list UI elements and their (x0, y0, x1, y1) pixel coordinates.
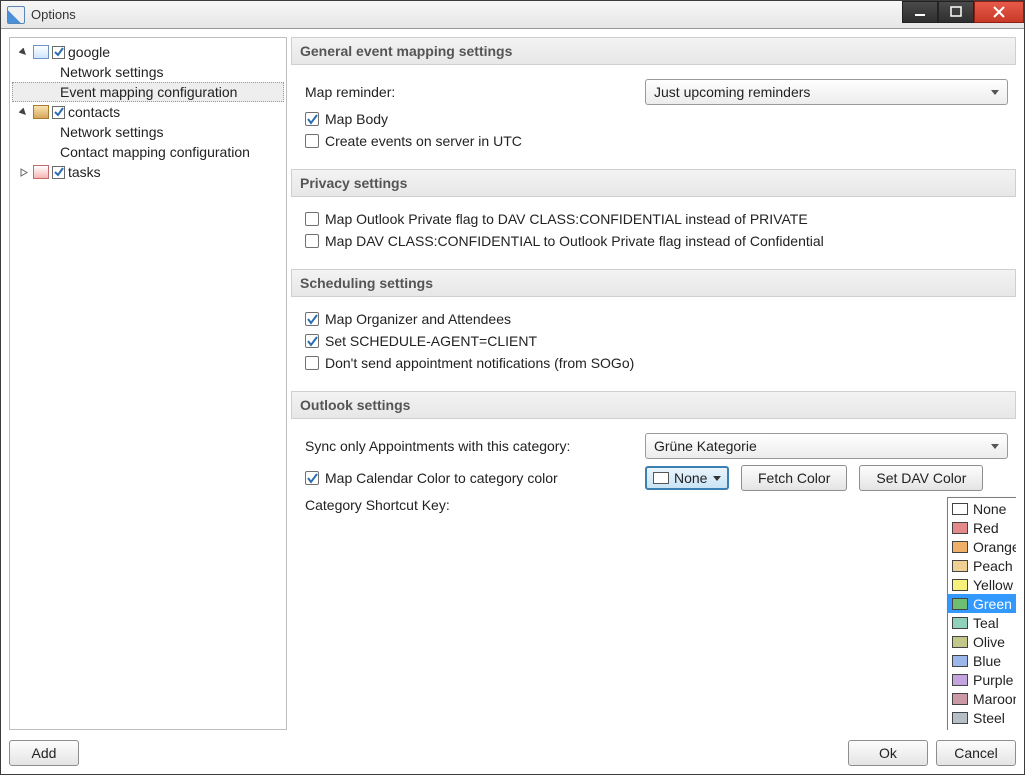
tree-item-network-settings[interactable]: Network settings (12, 62, 284, 82)
maximize-button[interactable] (938, 1, 974, 23)
color-swatch-icon (952, 674, 968, 686)
map-reminder-select[interactable]: Just upcoming reminders (645, 79, 1008, 105)
node-checkbox[interactable] (52, 106, 65, 119)
chevron-down-icon (991, 444, 999, 449)
color-swatch-icon (952, 636, 968, 648)
color-option-label: Peach (973, 558, 1013, 574)
color-option-yellow[interactable]: Yellow (948, 575, 1016, 594)
color-option-label: Red (973, 520, 999, 536)
color-option-teal[interactable]: Teal (948, 613, 1016, 632)
sched-opt1-checkbox[interactable]: Map Organizer and Attendees (305, 311, 1008, 327)
sched-opt2-checkbox[interactable]: Set SCHEDULE-AGENT=CLIENT (305, 333, 1008, 349)
map-body-checkbox[interactable]: Map Body (305, 111, 1008, 127)
map-color-checkbox[interactable]: Map Calendar Color to category color (305, 470, 645, 486)
color-option-label: None (973, 501, 1006, 517)
color-swatch-icon (952, 693, 968, 705)
color-option-peach[interactable]: Peach (948, 556, 1016, 575)
chevron-down-icon (991, 90, 999, 95)
privacy-opt2-checkbox[interactable]: Map DAV CLASS:CONFIDENTIAL to Outlook Pr… (305, 233, 1008, 249)
color-option-darksteel[interactable]: DarkSteel (948, 727, 1016, 730)
set-dav-color-button[interactable]: Set DAV Color (859, 465, 983, 491)
tree-label: tasks (68, 164, 101, 180)
sync-category-select[interactable]: Grüne Kategorie (645, 433, 1008, 459)
color-option-olive[interactable]: Olive (948, 632, 1016, 651)
create-utc-checkbox[interactable]: Create events on server in UTC (305, 133, 1008, 149)
color-swatch-icon (952, 712, 968, 724)
color-option-label: Green (973, 596, 1012, 612)
client-area: google Network settings Event mapping co… (1, 29, 1024, 774)
color-swatch-icon (952, 560, 968, 572)
color-option-label: DarkSteel (973, 729, 1016, 731)
map-reminder-label: Map reminder: (305, 84, 645, 100)
color-option-label: Teal (973, 615, 999, 631)
collapse-icon[interactable] (18, 107, 29, 118)
app-icon (7, 6, 25, 24)
color-swatch-icon (952, 579, 968, 591)
chevron-down-icon (713, 476, 721, 481)
node-checkbox[interactable] (52, 46, 65, 59)
color-swatch-icon (653, 472, 669, 484)
profile-tree[interactable]: google Network settings Event mapping co… (9, 37, 287, 730)
tree-label: contacts (68, 104, 120, 120)
add-button[interactable]: Add (9, 740, 79, 766)
expand-icon[interactable] (18, 167, 29, 178)
cancel-button[interactable]: Cancel (936, 740, 1016, 766)
tree-item-contacts-mapping[interactable]: Contact mapping configuration (12, 142, 284, 162)
color-swatch-icon (952, 522, 968, 534)
color-swatch-icon (952, 617, 968, 629)
section-outlook: Outlook settings (291, 391, 1016, 419)
color-option-blue[interactable]: Blue (948, 651, 1016, 670)
tree-label: google (68, 44, 110, 60)
minimize-button[interactable] (902, 1, 938, 23)
color-option-maroon[interactable]: Maroon (948, 689, 1016, 708)
collapse-icon[interactable] (18, 47, 29, 58)
color-option-label: Orange (973, 539, 1016, 555)
color-option-label: Purple (973, 672, 1013, 688)
color-option-label: Maroon (973, 691, 1016, 707)
sched-opt3-checkbox[interactable]: Don't send appointment notifications (fr… (305, 355, 1008, 371)
color-dropdown-trigger[interactable]: None (645, 466, 729, 490)
section-general: General event mapping settings (291, 37, 1016, 65)
color-option-steel[interactable]: Steel (948, 708, 1016, 727)
color-option-label: Steel (973, 710, 1005, 726)
color-option-purple[interactable]: Purple (948, 670, 1016, 689)
fetch-color-button[interactable]: Fetch Color (741, 465, 847, 491)
tree-item-contacts-network[interactable]: Network settings (12, 122, 284, 142)
color-option-label: Olive (973, 634, 1005, 650)
calendar-icon (33, 45, 49, 59)
color-option-none[interactable]: None (948, 499, 1016, 518)
options-window: Options google (0, 0, 1025, 775)
bottom-bar: Add Ok Cancel (9, 738, 1016, 768)
color-option-green[interactable]: Green (948, 594, 1016, 613)
titlebar[interactable]: Options (1, 1, 1024, 29)
color-swatch-icon (952, 655, 968, 667)
color-option-label: Yellow (973, 577, 1013, 593)
color-option-red[interactable]: Red (948, 518, 1016, 537)
window-title: Options (31, 7, 76, 22)
tree-node-google[interactable]: google (12, 42, 284, 62)
color-swatch-icon (952, 598, 968, 610)
tasks-icon (33, 165, 49, 179)
ok-button[interactable]: Ok (848, 740, 928, 766)
color-option-label: Blue (973, 653, 1001, 669)
tree-node-contacts[interactable]: contacts (12, 102, 284, 122)
section-privacy: Privacy settings (291, 169, 1016, 197)
color-dropdown-list[interactable]: None Red Orange Peach Yellow Green Teal Olive Bl… (947, 497, 1016, 730)
color-option-orange[interactable]: Orange (948, 537, 1016, 556)
contacts-icon (33, 105, 49, 119)
tree-node-tasks[interactable]: tasks (12, 162, 284, 182)
section-scheduling: Scheduling settings (291, 269, 1016, 297)
close-button[interactable] (974, 1, 1024, 23)
settings-content: General event mapping settings Map remin… (291, 37, 1016, 730)
color-swatch-icon (952, 541, 968, 553)
node-checkbox[interactable] (52, 166, 65, 179)
shortcut-key-label: Category Shortcut Key: (305, 497, 450, 513)
privacy-opt1-checkbox[interactable]: Map Outlook Private flag to DAV CLASS:CO… (305, 211, 1008, 227)
sync-category-label: Sync only Appointments with this categor… (305, 438, 645, 454)
color-swatch-icon (952, 503, 968, 515)
tree-item-event-mapping[interactable]: Event mapping configuration (12, 82, 284, 102)
